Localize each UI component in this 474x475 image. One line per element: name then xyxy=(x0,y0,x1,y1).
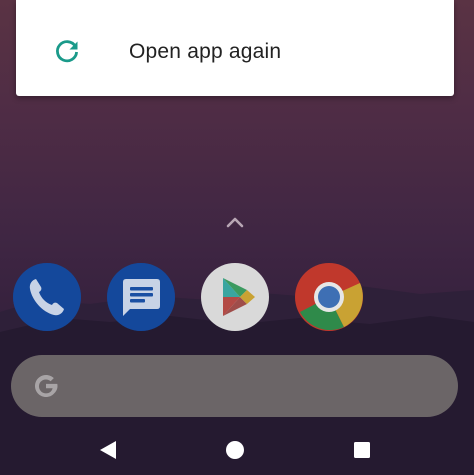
recents-button[interactable] xyxy=(332,425,392,475)
google-search-bar[interactable] xyxy=(11,355,458,417)
refresh-icon xyxy=(56,40,78,63)
home-circle-icon xyxy=(226,441,244,459)
messages-icon[interactable] xyxy=(106,262,176,332)
chevron-up-icon[interactable] xyxy=(225,215,245,229)
home-screen: Open app again xyxy=(0,0,474,475)
play-store-icon[interactable] xyxy=(200,262,270,332)
chrome-icon[interactable] xyxy=(294,262,364,332)
recents-square-icon xyxy=(354,442,370,458)
back-button[interactable] xyxy=(78,425,138,475)
app-not-responding-dialog: Open app again xyxy=(16,0,454,96)
google-g-icon xyxy=(35,375,58,397)
open-app-again-label: Open app again xyxy=(129,40,282,63)
back-triangle-icon xyxy=(100,441,116,459)
home-button[interactable] xyxy=(205,425,265,475)
navigation-bar xyxy=(0,425,474,475)
phone-icon[interactable] xyxy=(12,262,82,332)
open-app-again-option[interactable]: Open app again xyxy=(16,0,454,96)
